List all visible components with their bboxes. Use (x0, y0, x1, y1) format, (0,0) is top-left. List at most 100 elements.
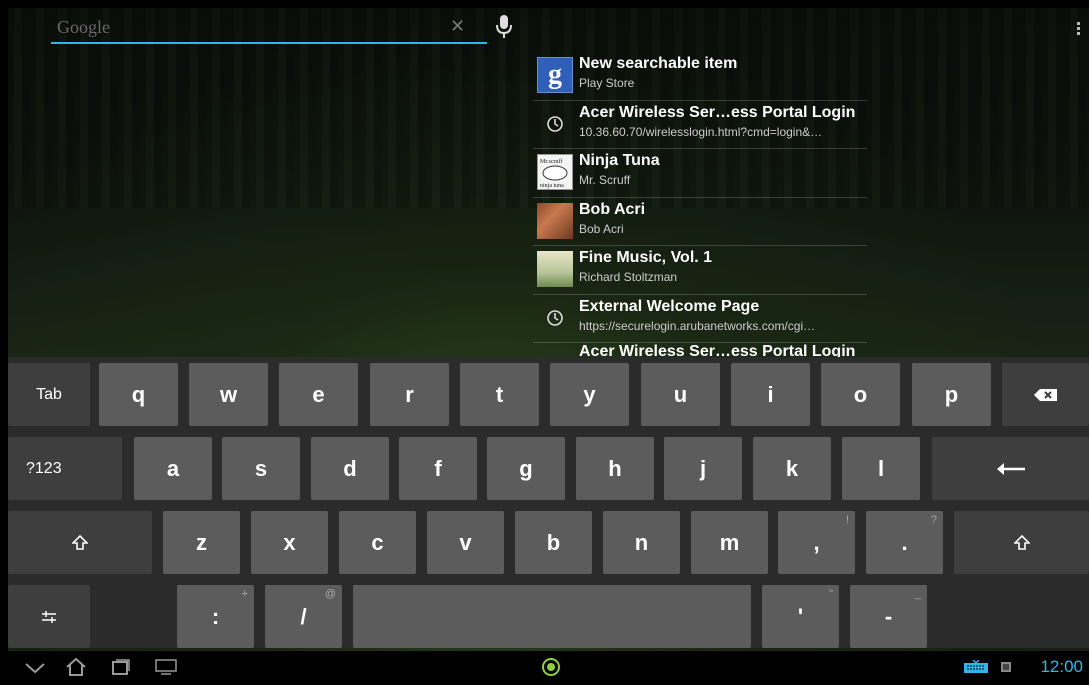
ime-indicator-icon (542, 658, 560, 676)
key-hint: @ (324, 588, 336, 600)
key-p[interactable]: p (912, 363, 991, 426)
suggestion-title: Bob Acri (579, 200, 646, 218)
clear-icon[interactable]: ✕ (450, 16, 465, 37)
shift-key-left[interactable] (8, 511, 152, 574)
suggestion-subtitle: Richard Stoltzman (579, 270, 678, 284)
history-clock-icon (537, 106, 573, 142)
key-comma[interactable]: , ! (778, 511, 855, 574)
suggestion-item[interactable]: Acer Wireless Ser…ess Portal Login 10.36… (533, 101, 867, 149)
screenshot-icon[interactable] (155, 659, 177, 675)
search-input[interactable] (51, 12, 487, 44)
suggestion-item[interactable]: g New searchable item Play Store (533, 52, 867, 101)
suggestion-title: New searchable item (579, 55, 738, 72)
microphone-icon[interactable] (493, 14, 515, 40)
suggestion-item[interactable]: Mr.scruff ninja tuna Ninja Tuna Mr. Scruf… (533, 149, 867, 198)
svg-text:ninja tuna: ninja tuna (540, 183, 564, 189)
key-o[interactable]: o (821, 363, 900, 426)
key-d[interactable]: d (311, 437, 389, 500)
suggestion-item[interactable]: Fine Music, Vol. 1 Richard Stoltzman (533, 246, 867, 295)
key-label: : (211, 603, 220, 629)
key-label: - (884, 603, 893, 629)
album-art-icon (537, 251, 573, 287)
svg-text:Mr.scruff: Mr.scruff (540, 158, 562, 165)
key-y[interactable]: y (550, 363, 629, 426)
notification-icon[interactable] (1000, 661, 1012, 673)
key-q[interactable]: q (99, 363, 178, 426)
key-hint: " (829, 588, 833, 600)
tab-key[interactable]: Tab (8, 363, 90, 426)
shift-key-right[interactable] (954, 511, 1089, 574)
key-slash[interactable]: / @ (265, 585, 342, 648)
key-period[interactable]: . ? (866, 511, 943, 574)
key-hint: + (241, 588, 248, 600)
key-h[interactable]: h (576, 437, 654, 500)
suggestion-subtitle: Bob Acri (579, 221, 624, 236)
shift-icon (72, 534, 88, 550)
suggestion-item[interactable]: Acer Wireless Ser…ess Portal Login (533, 343, 867, 357)
album-art-icon (537, 202, 573, 239)
enter-key[interactable] (932, 437, 1089, 500)
key-l[interactable]: l (842, 437, 920, 500)
suggestion-subtitle: Play Store (579, 76, 635, 90)
space-key[interactable] (353, 585, 751, 648)
key-i[interactable]: i (731, 363, 810, 426)
key-b[interactable]: b (515, 511, 592, 574)
key-label: , (813, 529, 820, 555)
key-label: . (901, 529, 908, 555)
key-n[interactable]: n (603, 511, 680, 574)
home-icon[interactable] (65, 657, 87, 677)
suggestion-subtitle: 10.36.60.70/wirelesslogin.html?cmd=login… (579, 124, 823, 139)
search-suggestions: g New searchable item Play Store Acer Wi… (533, 52, 867, 357)
key-hint: ? (930, 514, 937, 526)
key-f[interactable]: f (399, 437, 477, 500)
backspace-icon (1033, 388, 1057, 401)
key-m[interactable]: m (691, 511, 768, 574)
home-screen: ✕ g New searchable item Play Store Acer … (8, 8, 1089, 685)
key-c[interactable]: c (339, 511, 416, 574)
keyboard-settings-icon (42, 610, 56, 623)
key-g[interactable]: g (487, 437, 565, 500)
key-v[interactable]: v (427, 511, 504, 574)
history-clock-icon (537, 300, 573, 336)
key-z[interactable]: z (163, 511, 240, 574)
key-w[interactable]: w (189, 363, 268, 426)
key-a[interactable]: a (134, 437, 212, 500)
suggestion-title: Ninja Tuna (579, 152, 660, 169)
key-label: ' (797, 603, 804, 629)
key-s[interactable]: s (222, 437, 300, 500)
suggestion-item[interactable]: External Welcome Page https://securelogi… (533, 295, 867, 343)
key-apostrophe[interactable]: ' " (762, 585, 839, 648)
symbols-key[interactable]: ?123 (8, 437, 122, 500)
suggestion-title: Fine Music, Vol. 1 (579, 249, 713, 266)
keyboard-icon[interactable] (963, 660, 989, 674)
overflow-menu-icon[interactable] (1077, 22, 1081, 37)
key-hint: ! (845, 514, 849, 526)
key-x[interactable]: x (251, 511, 328, 574)
enter-arrow-icon (996, 462, 1025, 475)
system-bar: 12:00 (8, 651, 1089, 685)
back-icon[interactable] (24, 661, 46, 675)
key-t[interactable]: t (460, 363, 539, 426)
soft-keyboard: Tab q w e r t y u i o p ?123 a s d f g h… (8, 357, 1089, 648)
suggestion-title: Acer Wireless Ser…ess Portal Login (579, 343, 856, 357)
key-e[interactable]: e (279, 363, 358, 426)
search-bar: ✕ (51, 12, 512, 46)
suggestion-item[interactable]: Bob Acri Bob Acri (533, 198, 867, 246)
key-r[interactable]: r (370, 363, 449, 426)
suggestion-title: Acer Wireless Ser…ess Portal Login (579, 103, 856, 121)
suggestion-subtitle: https://securelogin.arubanetworks.com/cg… (579, 318, 816, 333)
backspace-key[interactable] (1002, 363, 1089, 426)
settings-key[interactable] (8, 585, 90, 648)
key-u[interactable]: u (641, 363, 720, 426)
shift-icon (1013, 534, 1030, 550)
suggestion-subtitle: Mr. Scruff (579, 173, 631, 187)
key-colon[interactable]: : + (177, 585, 254, 648)
key-dash[interactable]: - _ (850, 585, 927, 648)
recent-apps-icon[interactable] (111, 658, 131, 676)
suggestion-title: External Welcome Page (579, 297, 760, 315)
key-j[interactable]: j (664, 437, 742, 500)
key-hint: _ (914, 588, 921, 600)
album-art-icon: Mr.scruff ninja tuna (537, 154, 573, 190)
key-k[interactable]: k (753, 437, 831, 500)
status-time: 12:00 (1040, 657, 1083, 676)
